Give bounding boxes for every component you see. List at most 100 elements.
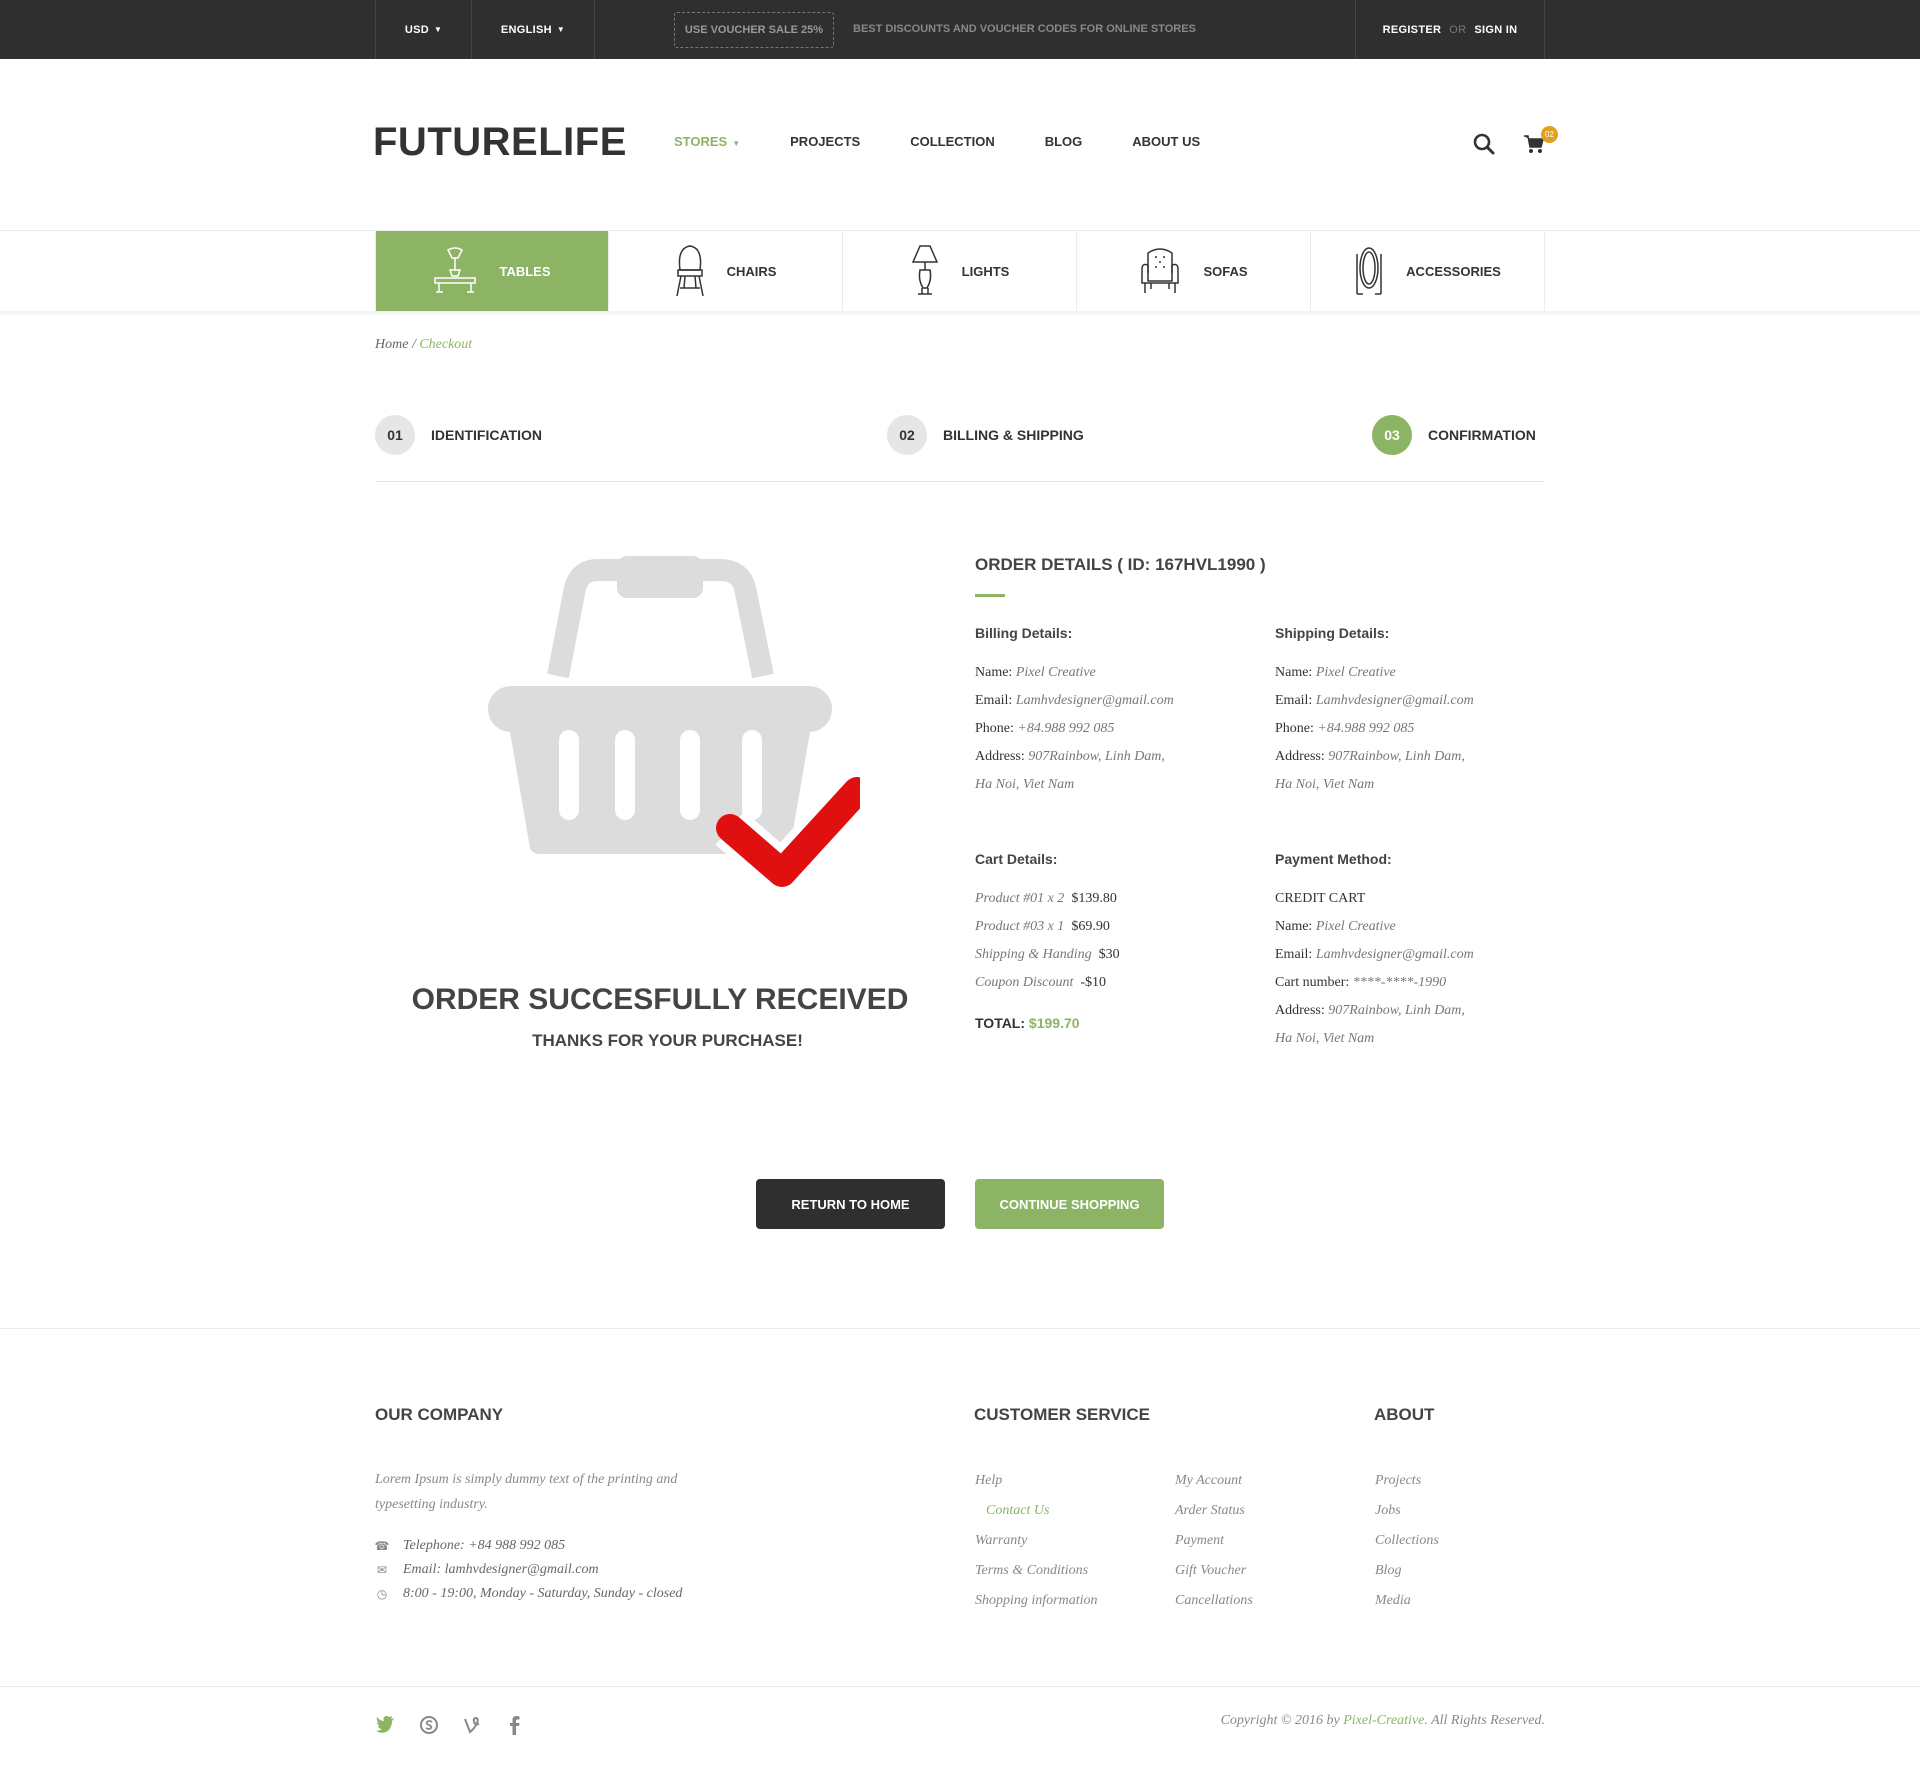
language-value: ENGLISH xyxy=(500,23,552,36)
field-label: Name: xyxy=(975,665,1013,680)
category-accessories[interactable]: ACCESSORIES xyxy=(1311,231,1545,311)
step-number: 01 xyxy=(375,415,415,455)
clock-icon: ◷ xyxy=(376,1586,388,1601)
cart-details: Cart Details: Product #01 x 2 $139.80 Pr… xyxy=(975,851,1265,1031)
breadcrumb-separator: / xyxy=(411,337,416,352)
vine-icon[interactable] xyxy=(463,1715,483,1740)
basket-check-icon xyxy=(488,556,860,888)
footer-link[interactable]: Arder Status xyxy=(1175,1496,1253,1526)
billing-address-line2: Ha Noi, Viet Nam xyxy=(975,777,1075,792)
hours-text: 8:00 - 19:00, Monday - Saturday, Sunday … xyxy=(403,1586,683,1601)
divider xyxy=(594,0,595,59)
footer-link[interactable]: Jobs xyxy=(1375,1496,1439,1526)
footer-link[interactable]: Collections xyxy=(1375,1526,1439,1556)
order-total: TOTAL: $199.70 xyxy=(975,1015,1265,1031)
social-links xyxy=(375,1715,545,1740)
billing-name: Pixel Creative xyxy=(1015,665,1096,680)
category-sofas[interactable]: SOFAS xyxy=(1077,231,1311,311)
footer-link[interactable]: Media xyxy=(1375,1586,1439,1616)
field-label: Email: xyxy=(1275,693,1313,708)
category-label: ACCESSORIES xyxy=(1406,263,1501,279)
footer-link[interactable]: My Account xyxy=(1175,1466,1253,1496)
total-label: TOTAL: xyxy=(975,1015,1026,1031)
footer-link[interactable]: Cancellations xyxy=(1175,1586,1253,1616)
billing-address: 907Rainbow, Linh Dam, xyxy=(1028,749,1165,764)
nav-stores[interactable]: STORES ▼ xyxy=(674,134,740,149)
shipping-details: Shipping Details: Name: Pixel Creative E… xyxy=(1275,625,1565,799)
about-links: Projects Jobs Collections Blog Media xyxy=(1375,1466,1439,1616)
envelope-icon: ✉ xyxy=(376,1562,388,1577)
signin-link[interactable]: SIGN IN xyxy=(1474,24,1517,36)
footer-link[interactable]: Gift Voucher xyxy=(1175,1556,1253,1586)
category-bar: TABLES CHAIRS LIGHTS SOFAS ACCESSORIES xyxy=(375,231,1545,311)
facebook-icon[interactable] xyxy=(507,1715,521,1740)
nav-blog[interactable]: BLOG xyxy=(1045,134,1083,149)
footer-link[interactable]: Terms & Conditions xyxy=(975,1556,1098,1586)
promo-message: BEST DISCOUNTS AND VOUCHER CODES FOR ONL… xyxy=(853,23,1196,35)
cart-line: Shipping & Handing $30 xyxy=(975,941,1265,969)
nav-projects[interactable]: PROJECTS xyxy=(790,134,860,149)
footer-link[interactable]: Shopping information xyxy=(975,1586,1098,1616)
footer-link[interactable]: Contact Us xyxy=(975,1496,1098,1526)
billing-heading: Billing Details: xyxy=(975,625,1073,641)
payment-method-value: CREDIT CART xyxy=(1275,891,1366,906)
contact-email: ✉ Email: lamhvdesigner@gmail.com xyxy=(375,1562,599,1578)
chair-icon xyxy=(675,245,704,297)
footer-link[interactable]: Help xyxy=(975,1466,1098,1496)
field-label: Address: xyxy=(975,749,1025,764)
step-number: 02 xyxy=(887,415,927,455)
chevron-down-icon: ▼ xyxy=(433,25,443,34)
category-chairs[interactable]: CHAIRS xyxy=(609,231,843,311)
nav-collection[interactable]: COLLECTION xyxy=(910,134,995,149)
language-select[interactable]: ENGLISH ▼ xyxy=(471,0,594,59)
footer-link[interactable]: Blog xyxy=(1375,1556,1439,1586)
auth-links: REGISTER OR SIGN IN xyxy=(1355,0,1545,59)
return-home-button[interactable]: RETURN TO HOME xyxy=(756,1179,945,1229)
footer-company-heading: OUR COMPANY xyxy=(375,1405,504,1424)
copyright-suffix: . All Rights Reserved. xyxy=(1424,1713,1545,1728)
category-tables[interactable]: TABLES xyxy=(375,231,609,311)
phone-icon: ☎ xyxy=(374,1538,390,1553)
category-lights[interactable]: LIGHTS xyxy=(843,231,1077,311)
order-details-title: ORDER DETAILS ( ID: 167HVL1990 ) xyxy=(975,555,1266,574)
footer-link[interactable]: Projects xyxy=(1375,1466,1439,1496)
company-description: Lorem Ipsum is simply dummy text of the … xyxy=(375,1472,678,1512)
cart-line: Coupon Discount -$10 xyxy=(975,969,1265,997)
logo[interactable]: FUTURELIFE xyxy=(373,120,627,165)
breadcrumb-home[interactable]: Home xyxy=(375,337,408,352)
footer-link[interactable]: Payment xyxy=(1175,1526,1253,1556)
success-title: ORDER SUCCESFULLY RECEIVED xyxy=(411,983,909,1016)
step-number: 03 xyxy=(1372,415,1412,455)
copyright-brand-link[interactable]: Pixel-Creative xyxy=(1343,1713,1424,1728)
breadcrumb: Home / Checkout xyxy=(375,337,472,353)
service-links-col2: My Account Arder Status Payment Gift Vou… xyxy=(1175,1466,1253,1616)
voucher-badge[interactable]: USE VOUCHER SALE 25% xyxy=(674,12,834,48)
cart-item-price: $139.80 xyxy=(1071,891,1117,906)
field-label: Email: xyxy=(1275,947,1313,962)
divider xyxy=(0,1686,1920,1687)
divider xyxy=(0,1328,1920,1329)
copyright: Copyright © 2016 by Pixel-Creative. All … xyxy=(1221,1713,1545,1729)
step-label: CONFIRMATION xyxy=(1428,427,1536,443)
shipping-address-line2: Ha Noi, Viet Nam xyxy=(1275,777,1375,792)
contact-hours: ◷ 8:00 - 19:00, Monday - Saturday, Sunday… xyxy=(375,1586,683,1602)
shipping-phone: +84.988 992 085 xyxy=(1317,721,1415,736)
skype-icon[interactable] xyxy=(419,1715,439,1740)
search-icon[interactable] xyxy=(1472,132,1496,156)
cart-item-label: Coupon Discount xyxy=(975,975,1074,990)
register-link[interactable]: REGISTER xyxy=(1383,24,1442,36)
twitter-icon[interactable] xyxy=(375,1715,395,1740)
step-label: BILLING & SHIPPING xyxy=(943,427,1084,443)
continue-shopping-button[interactable]: CONTINUE SHOPPING xyxy=(975,1179,1164,1229)
nav-about[interactable]: ABOUT US xyxy=(1132,134,1200,149)
telephone-text: Telephone: +84 988 992 085 xyxy=(403,1538,566,1553)
footer-link[interactable]: Warranty xyxy=(975,1526,1098,1556)
shipping-name: Pixel Creative xyxy=(1315,665,1396,680)
copyright-prefix: Copyright © 2016 by xyxy=(1220,1713,1340,1728)
step-identification: 01 IDENTIFICATION xyxy=(375,415,542,455)
footer-service-heading: CUSTOMER SERVICE xyxy=(974,1405,1151,1424)
field-label: Address: xyxy=(1275,1003,1325,1018)
cart-item-price: -$10 xyxy=(1080,975,1107,990)
armchair-icon xyxy=(1141,248,1180,293)
currency-select[interactable]: USD ▼ xyxy=(375,0,471,59)
